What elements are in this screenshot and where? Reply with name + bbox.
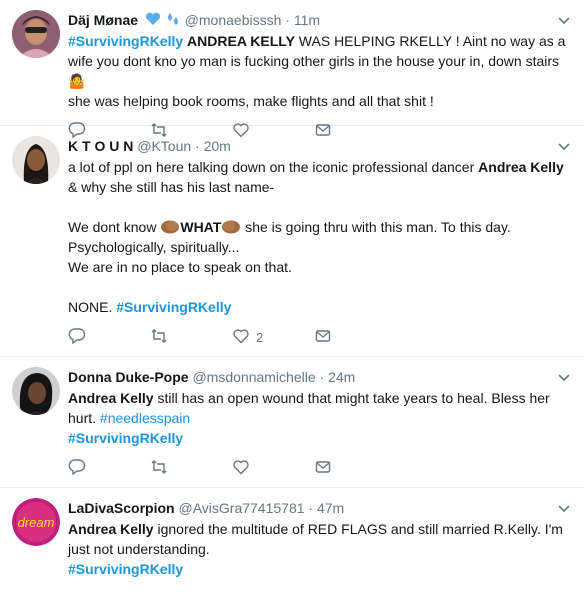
text-segment: a lot of ppl on here talking down on the… [68,159,479,175]
highlighted-text: Andrea Kelly [478,159,564,175]
reply-button[interactable] [68,458,150,479]
text-segment: NONE. [68,299,117,315]
separator-dot: · [308,500,314,516]
display-name[interactable]: Däj Mønae [68,12,138,28]
timestamp[interactable]: 20m [204,138,231,154]
avatar[interactable]: dream [12,498,60,546]
chevron-down-icon[interactable] [556,12,572,28]
text-segment: We dont know [68,219,161,235]
like-count: 2 [256,329,264,345]
message-button[interactable] [314,458,396,479]
avatar-logo-text: dream [18,515,55,530]
clap-icon [221,219,241,235]
text-segment: We are in no place to speak on that. [68,259,292,275]
avatar[interactable] [12,10,60,58]
hashtag-link[interactable]: #needlesspain [100,410,190,426]
separator-dot: · [319,369,325,385]
timeline: Däj Mønae @monaebisssh · 11m #SurvivingR… [0,0,584,599]
tweet-header: LaDivaScorpion @AvisGra77415781 · 47m [68,498,572,518]
text-line: We dont know WHAT she is going thru with… [68,217,572,237]
handle[interactable]: @monaebisssh [185,12,282,28]
tweet[interactable]: Däj Mønae @monaebisssh · 11m #SurvivingR… [0,0,584,138]
text-line: NONE. #SurvivingRKelly [68,297,572,317]
handle[interactable]: @AvisGra77415781 [178,500,304,516]
tweet[interactable]: Donna Duke-Pope @msdonnamichelle · 24m A… [0,357,584,488]
separator-dot: · [285,12,290,28]
timestamp[interactable]: 47m [317,500,344,516]
like-button[interactable]: 2 [232,327,314,348]
tweet-text: Andrea Kelly still has an open wound tha… [68,388,572,448]
highlighted-text: WHAT [180,219,222,235]
like-button[interactable] [232,458,314,479]
like-icon [232,458,250,479]
tweet[interactable]: K T O U N @KToun · 20m a lot of ppl on h… [0,126,584,357]
handle[interactable]: @msdonnamichelle [192,369,315,385]
tweet-text: Andrea Kelly ignored the multitude of RE… [68,519,572,579]
message-icon [314,327,332,348]
retweet-button[interactable] [150,327,232,348]
timestamp[interactable]: 24m [328,369,355,385]
tweet[interactable]: dream LaDivaScorpion @AvisGra77415781 · … [0,488,584,599]
tweet-text: #SurvivingRKelly ANDREA KELLY WAS HELPIN… [68,31,572,111]
tweet-header: Donna Duke-Pope @msdonnamichelle · 24m [68,367,572,387]
message-icon [314,458,332,479]
text-segment: & why she still has his last name- [68,179,275,195]
hashtag-link[interactable]: #SurvivingRKelly [116,299,231,315]
separator-dot: · [195,138,200,154]
reply-icon [68,458,86,479]
text-segment: she is going thru with this man. To this… [241,219,511,235]
display-name[interactable]: Donna Duke-Pope [68,369,189,385]
retweet-icon [150,327,168,348]
timestamp[interactable]: 11m [294,12,320,28]
reply-icon [68,327,86,348]
display-name[interactable]: K T O U N [68,138,133,154]
chevron-down-icon[interactable] [556,138,572,154]
avatar[interactable] [12,367,60,415]
text-segment: Psychologically, spiritually... [68,239,240,255]
tweet-actions: 2 [68,317,572,357]
chevron-down-icon[interactable] [556,369,572,385]
blue-heart-icon [142,12,165,28]
highlighted-text: ANDREA KELLY [187,33,295,49]
retweet-icon [150,458,168,479]
hashtag-link[interactable]: #SurvivingRKelly [68,559,572,579]
chevron-down-icon[interactable] [556,500,572,516]
tweet-actions [68,448,572,488]
clap-icon [160,219,180,235]
sweat-droplets-icon [165,12,185,28]
handle[interactable]: @KToun [137,138,191,154]
hashtag-link[interactable]: #SurvivingRKelly [68,33,183,49]
reply-button[interactable] [68,327,150,348]
message-button[interactable] [314,327,396,348]
tweet-header: Däj Mønae @monaebisssh · 11m [68,10,572,30]
highlighted-text: Andrea Kelly [68,521,154,537]
highlighted-text: Andrea Kelly [68,390,154,406]
text-segment: she was helping book rooms, make flights… [68,93,434,109]
tweet-text: a lot of ppl on here talking down on the… [68,157,572,317]
like-icon [232,327,250,348]
tweet-header: K T O U N @KToun · 20m [68,136,572,156]
retweet-button[interactable] [150,458,232,479]
hashtag-link[interactable]: #SurvivingRKelly [68,428,572,448]
display-name[interactable]: LaDivaScorpion [68,500,175,516]
avatar[interactable] [12,136,60,184]
